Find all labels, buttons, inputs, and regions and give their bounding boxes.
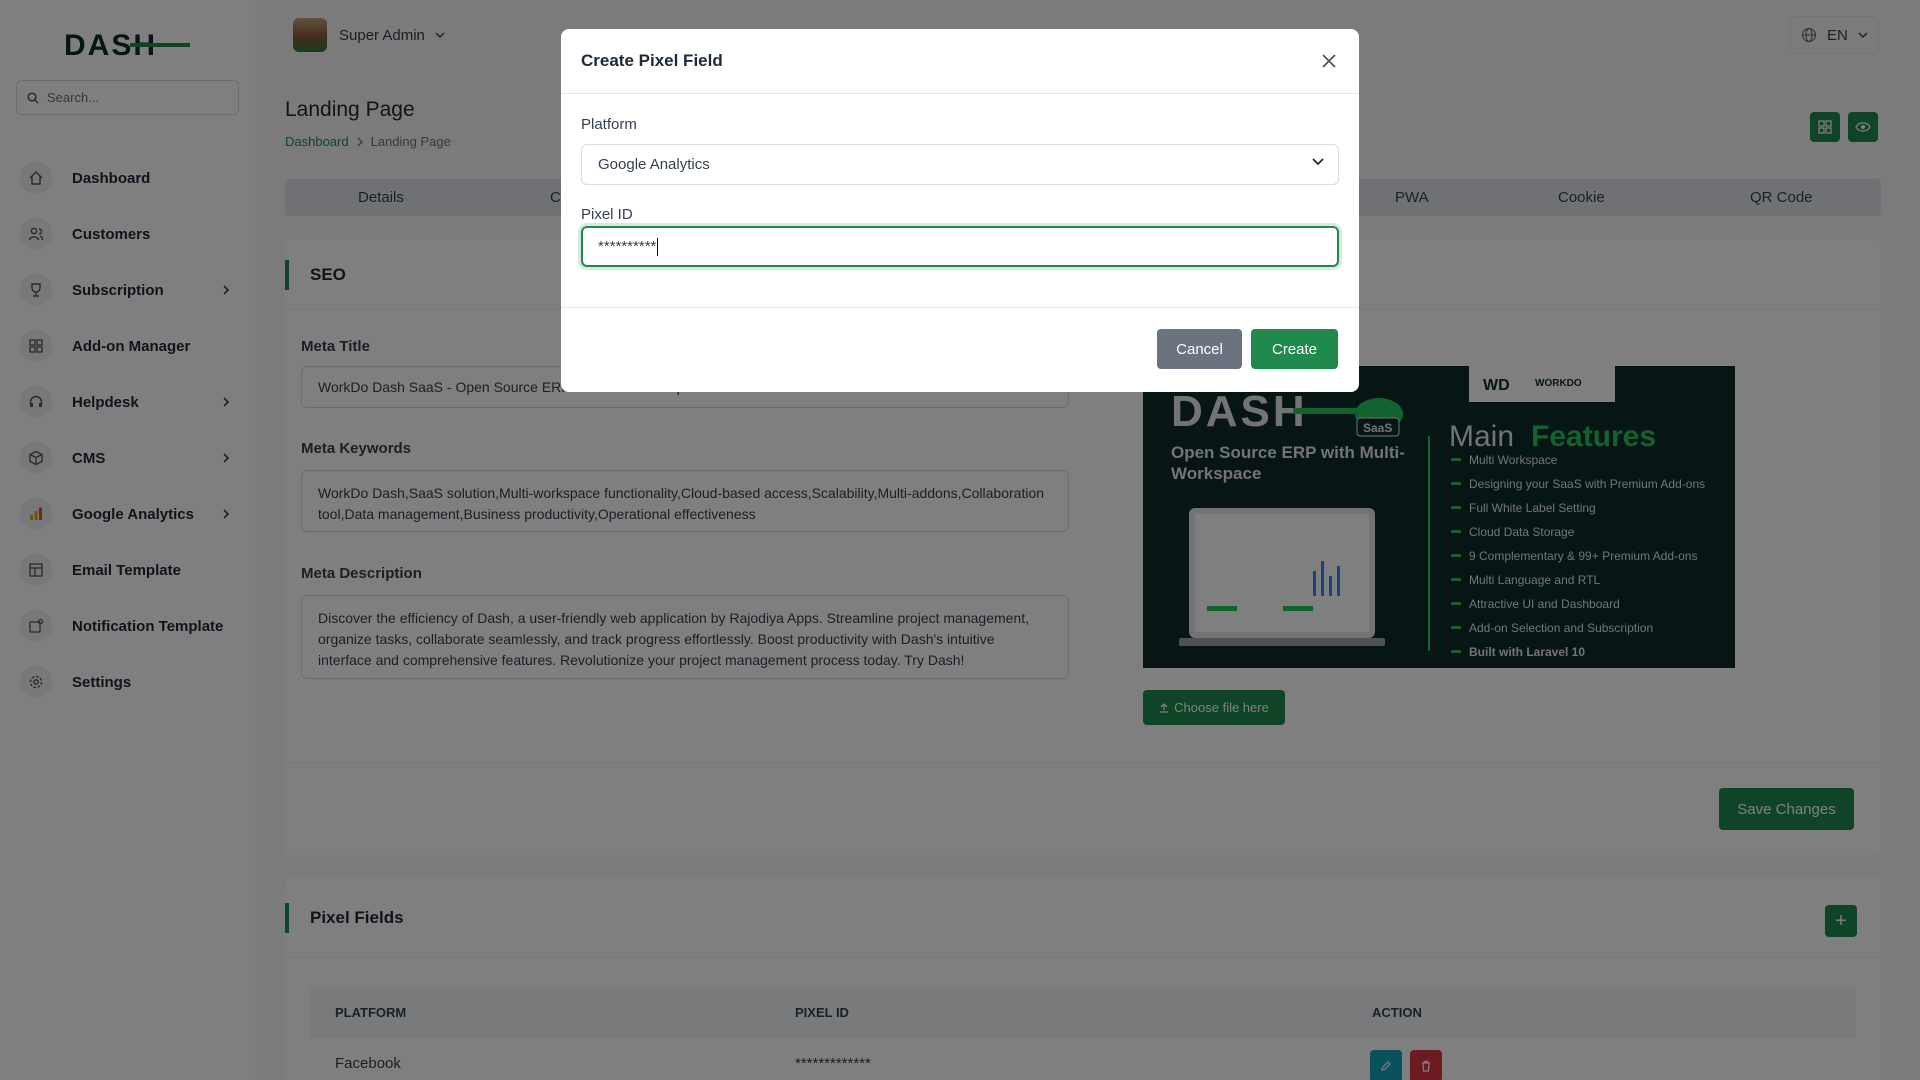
modal-title: Create Pixel Field <box>581 51 723 70</box>
pixel-id-input[interactable]: ********** <box>581 226 1339 267</box>
pixel-id-value: ********** <box>598 238 657 255</box>
platform-label: Platform <box>581 116 637 133</box>
close-button[interactable] <box>1317 49 1341 73</box>
platform-select[interactable]: Google Analytics <box>581 144 1339 185</box>
create-button[interactable]: Create <box>1251 329 1338 369</box>
platform-selected-value: Google Analytics <box>598 156 710 173</box>
create-pixel-modal: Create Pixel Field Platform Google Analy… <box>561 29 1359 392</box>
close-icon <box>1322 54 1336 68</box>
pixel-id-label: Pixel ID <box>581 206 633 223</box>
modal-header: Create Pixel Field <box>561 29 1359 94</box>
cancel-button[interactable]: Cancel <box>1157 329 1242 369</box>
chevron-down-icon <box>1312 158 1324 166</box>
text-cursor <box>657 237 659 256</box>
